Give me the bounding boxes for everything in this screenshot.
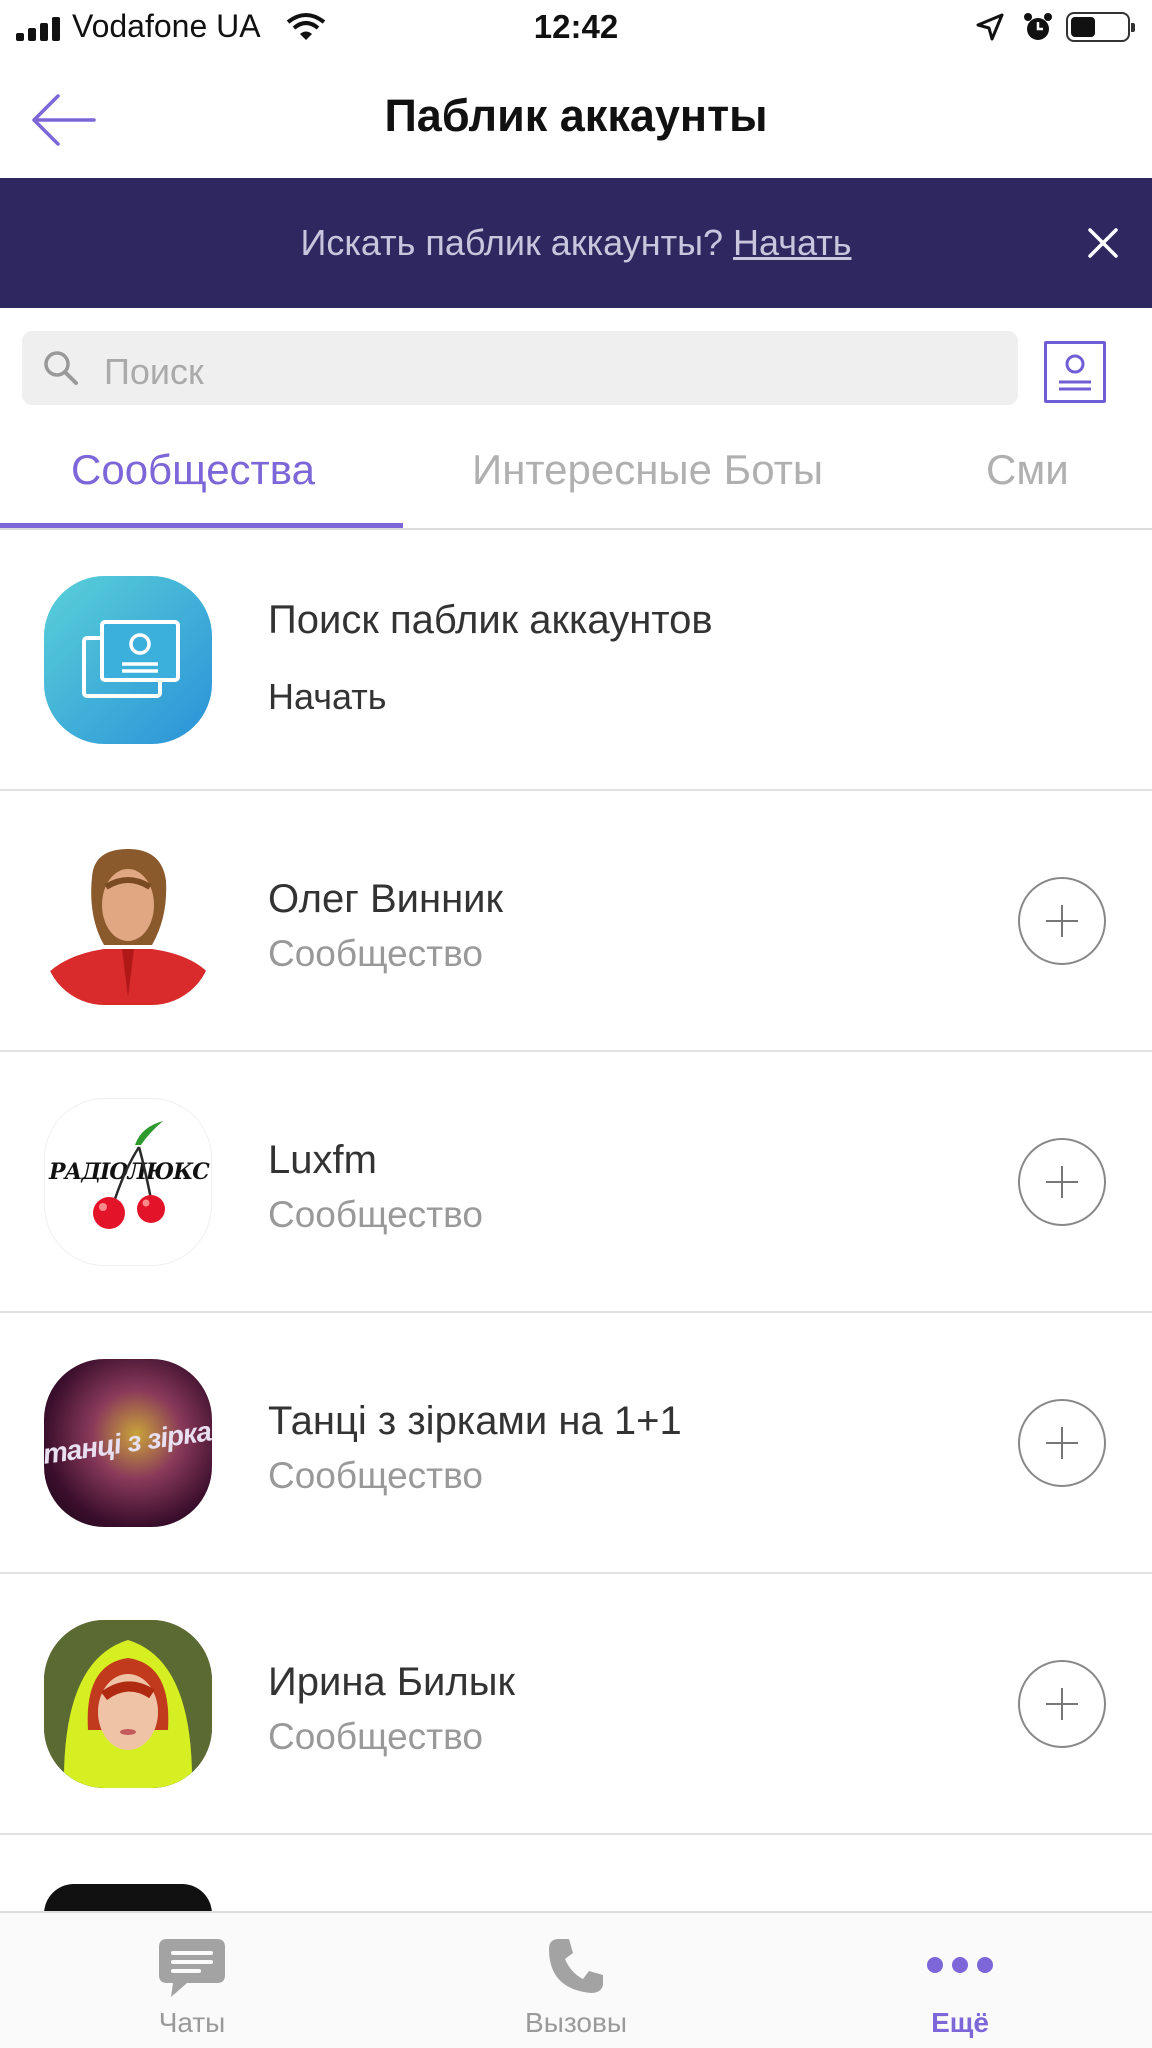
tab-media[interactable]: Сми [986,446,1069,494]
chat-bubble-icon [159,1939,225,1997]
status-bar: Vodafone UA 12:42 [0,0,1152,60]
tab-more-label: Ещё [931,2007,989,2038]
tab-calls-label: Вызовы [525,2007,627,2038]
row-subtitle: Сообщество [268,1455,483,1496]
search-icon [44,351,78,385]
list-item[interactable]: Олег Винник Сообщество [0,791,1152,1052]
alarm-icon [1024,13,1052,40]
list-item[interactable]: РАДІОЛЮКС Luxfm Сообщество [0,1052,1152,1313]
tab-communities[interactable]: Сообщества [71,446,315,494]
battery-icon [1066,12,1135,42]
subscribe-button[interactable] [1018,1399,1106,1487]
row-subtitle: Сообщество [268,1194,483,1235]
row-title: Олег Винник [268,877,503,921]
row-title: Танці з зірками на 1+1 [268,1399,682,1443]
subscribe-button[interactable] [1018,877,1106,965]
tab-bots[interactable]: Интересные Боты [472,446,823,494]
radio-lux-logo: РАДІОЛЮКС [44,1098,212,1266]
list-item-avatar-partial [44,1884,212,1914]
subscribe-button[interactable] [1018,1138,1106,1226]
nav-bar: Паблик аккаунты [0,60,1152,178]
tab-chats-label: Чаты [158,2007,226,2038]
list-item[interactable]: Поиск паблик аккаунтов Начать [0,530,1152,791]
page-title: Паблик аккаунты [384,90,768,141]
phone-icon [549,1939,603,1993]
tantsi-logo-text: танці з зірками [44,1410,212,1470]
subscribe-button[interactable] [1018,1660,1106,1748]
row-title: Ирина Билык [268,1660,515,1704]
banner-text: Искать паблик аккаунты? Начать [0,222,1152,264]
row-subtitle: Сообщество [268,933,483,974]
more-dots-icon [927,1957,993,1973]
category-tabs: Сообщества Интересные Боты Сми [0,420,1152,530]
list-item[interactable]: Ирина Билык Сообщество [0,1574,1152,1835]
row-subtitle: Сообщество [268,1716,483,1757]
active-tab-indicator [0,523,403,528]
location-icon [976,13,1004,41]
tab-calls[interactable]: Вызовы [384,1913,768,2048]
search-placeholder: Поиск [104,351,204,392]
close-icon[interactable] [1086,226,1120,260]
bottom-tab-bar: Чаты Вызовы Ещё [0,1911,1152,2048]
search-promo-banner: Искать паблик аккаунты? Начать [0,178,1152,308]
tab-more[interactable]: Ещё [768,1913,1152,2048]
search-input[interactable]: Поиск [22,331,1018,405]
tab-chats[interactable]: Чаты [0,1913,384,2048]
list-item[interactable]: танці з зірками Танці з зірками на 1+1 С… [0,1313,1152,1574]
id-card-icon[interactable] [1044,341,1106,403]
row-title: Поиск паблик аккаунтов [268,598,713,642]
tantsi-logo: танці з зірками [44,1359,212,1527]
banner-start-link[interactable]: Начать [733,222,851,263]
row-subtitle: Начать [268,676,387,717]
public-accounts-search-icon [44,576,212,744]
iryna-bilyk-avatar [44,1620,212,1788]
row-title: Luxfm [268,1138,377,1182]
oleg-vynnyk-avatar [44,837,212,1005]
banner-question: Искать паблик аккаунты? [300,222,723,263]
